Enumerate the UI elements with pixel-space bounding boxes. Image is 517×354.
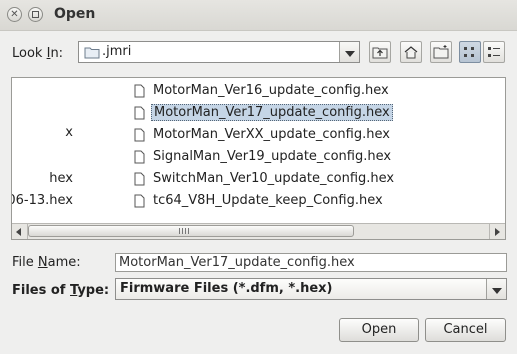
- file-name: MotorMan_Ver17_update_config.hex: [151, 104, 393, 121]
- list-view-button[interactable]: [459, 41, 481, 63]
- file-icon: [134, 150, 145, 164]
- grip-icon: [179, 228, 189, 234]
- file-name-label-prefix: File: [12, 255, 38, 270]
- file-type-label-prefix: Files of: [12, 283, 70, 298]
- list-item-fragment[interactable]: x: [65, 125, 73, 140]
- up-one-level-button[interactable]: [369, 41, 391, 63]
- details-view-button[interactable]: [483, 41, 505, 63]
- look-in-value: .jmri: [102, 44, 132, 59]
- file-icon: [134, 172, 145, 186]
- clipped-column: x hex 06-13.hex: [12, 78, 102, 239]
- close-icon: ✕: [10, 9, 19, 20]
- file-icon: [134, 128, 145, 142]
- file-name: MotorMan_Ver16_update_config.hex: [153, 83, 389, 98]
- look-in-combo[interactable]: .jmri: [78, 41, 360, 63]
- close-window-button[interactable]: ✕: [7, 7, 22, 22]
- look-in-label: Look In:: [12, 46, 63, 61]
- file-name: SwitchMan_Ver10_update_config.hex: [153, 171, 395, 186]
- chevron-left-icon: [16, 228, 21, 236]
- list-item-fragment[interactable]: hex: [49, 171, 73, 186]
- home-icon: [404, 46, 418, 59]
- file-name: MotorMan_VerXX_update_config.hex: [153, 127, 390, 142]
- maximize-icon: [32, 11, 39, 18]
- open-button[interactable]: Open: [339, 318, 419, 342]
- details-view-icon: [488, 47, 500, 57]
- folder-icon: [84, 47, 100, 59]
- chevron-down-icon: [492, 288, 502, 294]
- file-icon: [134, 106, 145, 120]
- horizontal-scrollbar[interactable]: [12, 223, 505, 239]
- new-folder-button[interactable]: [430, 41, 452, 63]
- file-name-label: File Name:: [12, 255, 81, 270]
- title-bar: ✕ Open: [0, 0, 517, 31]
- scroll-right-button[interactable]: [489, 224, 505, 239]
- file-icon: [134, 194, 145, 208]
- scroll-thumb[interactable]: [28, 225, 354, 237]
- file-name-label-mnemonic: N: [37, 255, 48, 270]
- scroll-left-button[interactable]: [12, 224, 28, 239]
- cancel-button[interactable]: Cancel: [425, 318, 506, 342]
- home-button[interactable]: [400, 41, 422, 63]
- file-name: SignalMan_Ver19_update_config.hex: [153, 149, 392, 164]
- maximize-window-button[interactable]: [28, 7, 43, 22]
- file-name-field[interactable]: MotorMan_Ver17_update_config.hex: [115, 253, 507, 272]
- file-name-label-suffix: ame:: [47, 255, 81, 270]
- chevron-down-icon: [345, 51, 355, 57]
- look-in-dropdown-button[interactable]: [339, 42, 359, 62]
- chevron-right-icon: [495, 228, 500, 236]
- list-view-icon: [464, 47, 474, 57]
- window-title: Open: [54, 6, 96, 22]
- file-type-dropdown-button[interactable]: [486, 279, 506, 299]
- file-type-value: Firmware Files (*.dfm, *.hex): [120, 281, 333, 296]
- look-in-label-prefix: Look: [12, 46, 47, 61]
- up-one-level-icon: [372, 47, 388, 59]
- file-list[interactable]: x hex 06-13.hex MotorMan_Ver16_update_co…: [11, 77, 506, 240]
- look-in-label-suffix: n:: [50, 46, 64, 61]
- file-type-label: Files of Type:: [12, 283, 109, 298]
- file-type-combo[interactable]: Firmware Files (*.dfm, *.hex): [115, 278, 507, 300]
- file-name: tc64_V8H_Update_keep_Config.hex: [153, 193, 383, 208]
- new-folder-icon: [433, 45, 449, 59]
- list-item-fragment[interactable]: 06-13.hex: [12, 193, 73, 208]
- file-type-label-suffix: ype:: [77, 283, 110, 298]
- file-icon: [134, 84, 145, 98]
